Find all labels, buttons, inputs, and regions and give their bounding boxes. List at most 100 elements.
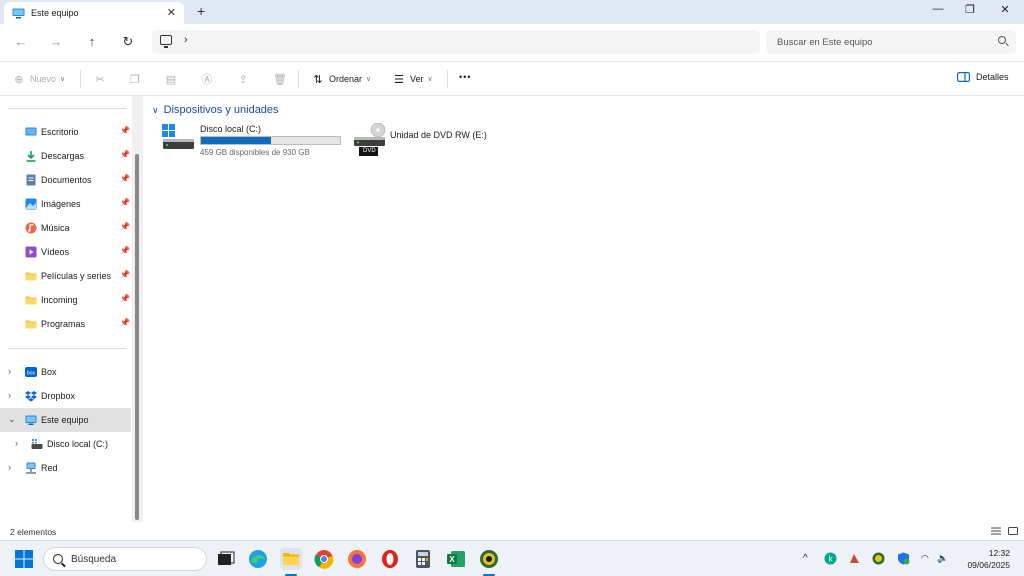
divider xyxy=(8,108,126,109)
sidebar-item-programas[interactable]: Programas 📌 xyxy=(0,312,131,336)
pin-icon: 📌 xyxy=(120,270,130,279)
item-count: 2 elementos xyxy=(10,527,57,537)
svg-text:box: box xyxy=(27,370,36,376)
chevron-down-icon[interactable]: ⌄ xyxy=(8,414,16,425)
drive-name: Unidad de DVD RW (E:) xyxy=(390,130,487,140)
details-view-icon[interactable] xyxy=(991,526,1001,536)
sidebar-item-box[interactable]: › box Box xyxy=(0,360,131,384)
sidebar-item-videos[interactable]: Vídeos 📌 xyxy=(0,240,131,264)
sidebar-item-documentos[interactable]: Documentos 📌 xyxy=(0,168,131,192)
sidebar-item-incoming[interactable]: Incoming 📌 xyxy=(0,288,131,312)
new-tab-button[interactable]: + xyxy=(197,3,205,19)
taskbar-search[interactable]: Búsqueda xyxy=(43,547,207,571)
minimize-button[interactable]: — xyxy=(926,3,950,19)
sidebar-item-imagenes[interactable]: Imágenes 📌 xyxy=(0,192,131,216)
file-list: ∨ Dispositivos y unidades Disco local (C… xyxy=(145,96,1024,522)
chevron-right-icon[interactable]: › xyxy=(8,462,11,472)
start-button[interactable] xyxy=(13,548,35,570)
rename-button[interactable]: Ⓐ xyxy=(200,72,218,86)
chevron-right-icon[interactable]: › xyxy=(8,390,11,400)
delete-button[interactable]: 🗑 xyxy=(273,72,291,86)
tab-este-equipo[interactable]: Este equipo ✕ xyxy=(4,2,184,24)
app-tray-icon[interactable] xyxy=(848,552,861,565)
wifi-icon[interactable]: ◠ xyxy=(921,553,929,564)
sidebar-item-label: Vídeos xyxy=(41,247,70,257)
sidebar-scrollbar-thumb[interactable] xyxy=(135,154,139,520)
excel-icon[interactable]: X xyxy=(445,548,467,570)
sidebar-item-escritorio[interactable]: Escritorio 📌 xyxy=(0,120,131,144)
toolbar-divider xyxy=(298,70,299,88)
calculator-icon[interactable] xyxy=(412,548,434,570)
tab-close-button[interactable]: ✕ xyxy=(167,6,176,19)
address-bar[interactable]: › xyxy=(152,30,760,54)
file-explorer-icon[interactable] xyxy=(280,548,302,570)
volume-icon[interactable]: 🔈 xyxy=(937,553,948,564)
firefox-icon[interactable] xyxy=(346,548,368,570)
opera-icon[interactable] xyxy=(379,548,401,570)
search-icon xyxy=(998,36,1006,44)
pin-icon: 📌 xyxy=(120,198,130,207)
trash-icon: 🗑 xyxy=(273,73,287,86)
sidebar-item-label: Programas xyxy=(41,319,86,329)
tiles-view-icon[interactable] xyxy=(1008,526,1018,536)
new-button[interactable]: ⊕ Nuevo ∨ xyxy=(12,72,65,86)
sidebar-item-label: Descargas xyxy=(41,151,85,161)
sidebar-item-label: Películas y series xyxy=(41,271,112,281)
sort-button[interactable]: ⇅ Ordenar ∨ xyxy=(311,72,371,86)
sidebar-item-dropbox[interactable]: › Dropbox xyxy=(0,384,131,408)
sidebar-item-red[interactable]: › Red xyxy=(0,456,131,480)
details-pane-button[interactable]: Detalles xyxy=(957,72,1009,82)
app-globe-icon[interactable] xyxy=(478,548,500,570)
folder-icon xyxy=(25,320,37,329)
sidebar-item-descargas[interactable]: Descargas 📌 xyxy=(0,144,131,168)
drive-item-e[interactable]: DVD Unidad de DVD RW (E:) xyxy=(353,123,513,159)
more-options-button[interactable]: ••• xyxy=(459,72,471,82)
sidebar-item-peliculas-y-series[interactable]: Películas y series 📌 xyxy=(0,264,131,288)
download-icon xyxy=(26,151,36,162)
pin-icon: 📌 xyxy=(120,318,130,327)
sidebar-item-disco-local[interactable]: › Disco local (C:) xyxy=(0,432,131,456)
close-window-button[interactable]: ✕ xyxy=(993,3,1017,19)
box-icon: box xyxy=(25,367,37,377)
kaspersky-tray-icon[interactable]: k xyxy=(824,552,837,565)
view-button[interactable]: ☰ Ver ∨ xyxy=(392,72,433,86)
refresh-button[interactable]: ↻ xyxy=(120,34,136,50)
chevron-right-icon[interactable]: › xyxy=(15,438,18,448)
search-icon xyxy=(53,554,63,564)
taskbar-clock[interactable]: 12:32 09/06/2025 xyxy=(967,547,1010,571)
up-button[interactable]: ↑ xyxy=(84,34,100,49)
security-shield-icon[interactable] xyxy=(897,552,910,565)
cut-button[interactable]: ✂ xyxy=(93,72,111,86)
pin-icon: 📌 xyxy=(120,246,130,255)
back-button[interactable]: ← xyxy=(13,34,29,49)
plus-icon: ⊕ xyxy=(14,73,24,86)
maximize-button[interactable]: ❐ xyxy=(958,3,982,19)
taskbar-search-placeholder: Búsqueda xyxy=(71,554,117,565)
task-view-icon[interactable] xyxy=(215,548,237,570)
tray-overflow-button[interactable]: ^ xyxy=(803,553,808,564)
sidebar-item-label: Red xyxy=(41,463,58,473)
chevron-right-icon[interactable]: › xyxy=(8,366,11,376)
edge-icon[interactable] xyxy=(247,548,269,570)
group-header-devices[interactable]: ∨ Dispositivos y unidades xyxy=(152,104,279,116)
paste-button[interactable]: ▤ xyxy=(164,72,182,86)
rename-icon: Ⓐ xyxy=(201,74,213,86)
chrome-icon[interactable] xyxy=(313,548,335,570)
share-button[interactable]: ⇪ xyxy=(236,72,254,86)
sidebar-item-este-equipo[interactable]: ⌄ Este equipo xyxy=(0,408,131,432)
copy-button[interactable]: ❐ xyxy=(128,72,146,86)
taskbar: Búsqueda X ^ k ◠ 🔈 12:32 09/06/2025 xyxy=(0,540,1024,576)
forward-button[interactable]: → xyxy=(48,34,64,49)
dvd-badge: DVD xyxy=(363,148,376,154)
sidebar-item-musica[interactable]: Música 📌 xyxy=(0,216,131,240)
globe-tray-icon[interactable] xyxy=(872,552,885,565)
sidebar-item-label: Incoming xyxy=(41,295,78,305)
search-input[interactable]: Buscar en Este equipo xyxy=(766,30,1016,54)
pin-icon: 📌 xyxy=(120,150,130,159)
drive-usage-bar xyxy=(200,136,341,145)
sidebar-item-label: Este equipo xyxy=(41,415,89,425)
divider xyxy=(8,348,126,349)
folder-icon xyxy=(283,553,299,565)
breadcrumb-chevron[interactable]: › xyxy=(184,34,188,46)
navigation-pane: Escritorio 📌 Descargas 📌 Documentos 📌 Im… xyxy=(0,96,135,522)
